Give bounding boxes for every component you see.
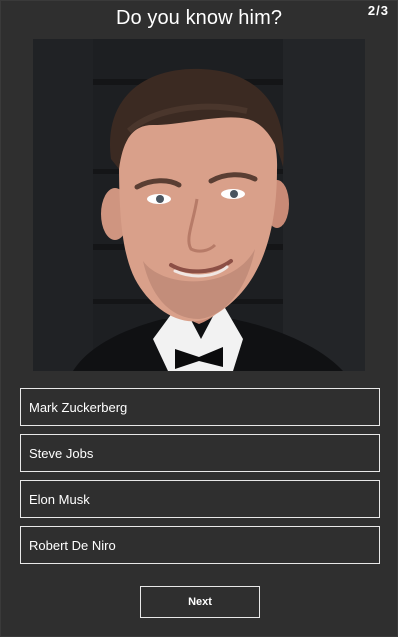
question-counter: 2/3 <box>367 3 389 18</box>
quiz-card: Do you know him? 2/3 Mark Zuckerberg Ste… <box>0 0 398 637</box>
answer-option[interactable]: Robert De Niro <box>20 526 380 564</box>
answer-option-label: Robert De Niro <box>29 537 116 553</box>
answer-options: Mark Zuckerberg Steve Jobs Elon Musk Rob… <box>20 388 380 572</box>
answer-option-label: Mark Zuckerberg <box>29 399 128 415</box>
answer-option-label: Elon Musk <box>29 491 90 507</box>
answer-option[interactable]: Steve Jobs <box>20 434 380 472</box>
next-button-label: Next <box>188 596 212 608</box>
answer-option-label: Steve Jobs <box>29 445 94 461</box>
question-title: Do you know him? <box>115 7 283 29</box>
answer-option[interactable]: Elon Musk <box>20 480 380 518</box>
next-button[interactable]: Next <box>140 586 260 618</box>
portrait-photo <box>33 39 365 371</box>
answer-option[interactable]: Mark Zuckerberg <box>20 388 380 426</box>
